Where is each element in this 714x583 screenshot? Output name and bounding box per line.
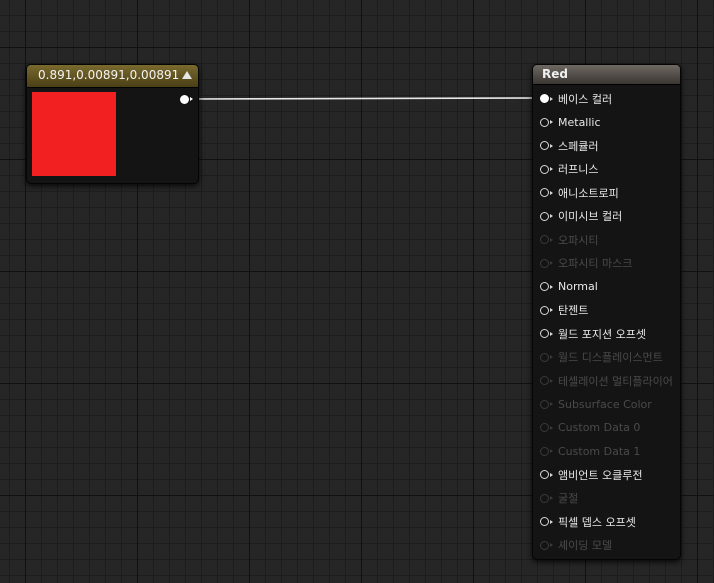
input-label: 굴절 [558, 492, 579, 506]
material-inputs-list: 베이스 컬러 Metallic 스페큘러러프니스애니소트로피이미시브 컬러오파시티오… [533, 87, 680, 557]
collapse-arrow-icon[interactable] [182, 71, 192, 79]
input-pin-icon [540, 376, 553, 386]
material-input-row: Custom Data 0 [533, 416, 680, 440]
input-label: 탄젠트 [558, 304, 589, 318]
input-pin-icon [540, 446, 553, 456]
material-input-row[interactable]: Metallic [533, 111, 680, 135]
material-input-row[interactable]: 러프니스 [533, 158, 680, 182]
input-label: Custom Data 1 [558, 444, 641, 458]
input-pin-icon[interactable] [540, 211, 553, 221]
material-node-title: Red [542, 67, 568, 81]
input-label: 픽셀 뎁스 오프셋 [558, 515, 636, 529]
input-label: 셰이딩 모델 [558, 539, 613, 553]
input-pin-icon[interactable] [540, 282, 553, 292]
input-pin-icon[interactable] [540, 517, 553, 527]
material-input-row[interactable]: 애니소트로피 [533, 181, 680, 205]
input-label: 오파시티 [558, 233, 599, 247]
input-label: 테셀레이션 멀티플라이어 [558, 374, 673, 388]
material-input-row[interactable]: 이미시브 컬러 [533, 205, 680, 229]
material-input-row: 테셀레이션 멀티플라이어 [533, 369, 680, 393]
input-label: Subsurface Color [558, 397, 652, 411]
input-label: Metallic [558, 115, 601, 129]
input-label: 베이스 컬러 [558, 92, 613, 106]
input-pin-icon [540, 399, 553, 409]
output-pin[interactable] [180, 95, 193, 104]
input-label: 스페큘러 [558, 139, 599, 153]
input-label: 월드 디스플레이스먼트 [558, 351, 663, 365]
material-input-row[interactable]: 픽셀 뎁스 오프셋 [533, 510, 680, 534]
input-pin-icon[interactable] [540, 188, 553, 198]
input-pin-icon [540, 258, 553, 268]
material-input-row[interactable]: Normal [533, 275, 680, 299]
color-swatch [32, 92, 116, 176]
constant-vector-node[interactable]: 0.891,0.00891,0.00891 [26, 64, 199, 184]
input-label: 앰비언트 오클루전 [558, 468, 643, 482]
material-input-row[interactable]: 베이스 컬러 [533, 87, 680, 111]
input-label: 월드 포지션 오프셋 [558, 327, 646, 341]
input-label: Normal [558, 280, 598, 294]
input-pin-icon[interactable] [540, 305, 553, 315]
material-input-row: 셰이딩 모델 [533, 534, 680, 558]
input-pin-icon[interactable] [540, 141, 553, 151]
constant-node-header[interactable]: 0.891,0.00891,0.00891 [27, 65, 198, 88]
material-input-row: 오파시티 [533, 228, 680, 252]
constant-node-title: 0.891,0.00891,0.00891 [38, 68, 180, 82]
input-pin-icon[interactable] [540, 164, 553, 174]
input-label: 오파시티 마스크 [558, 257, 633, 271]
material-input-row[interactable]: 스페큘러 [533, 134, 680, 158]
material-node-header[interactable]: Red [533, 65, 680, 85]
input-label: Custom Data 0 [558, 421, 641, 435]
material-result-node[interactable]: Red 베이스 컬러 Metallic 스페큘러러프니스애니소트로피이미시브 컬러오… [532, 64, 681, 560]
material-input-row: Custom Data 1 [533, 440, 680, 464]
input-pin-icon [540, 423, 553, 433]
input-label: 애니소트로피 [558, 186, 619, 200]
material-input-row: 월드 디스플레이스먼트 [533, 346, 680, 370]
input-label: 이미시브 컬러 [558, 210, 623, 224]
input-pin-icon [540, 540, 553, 550]
input-label: 러프니스 [558, 163, 599, 177]
input-pin-icon[interactable] [540, 329, 553, 339]
input-pin-icon [540, 352, 553, 362]
input-pin-icon[interactable] [540, 94, 553, 104]
material-input-row: 굴절 [533, 487, 680, 511]
material-input-row: 오파시티 마스크 [533, 252, 680, 276]
material-input-row[interactable]: 앰비언트 오클루전 [533, 463, 680, 487]
material-input-row[interactable]: 탄젠트 [533, 299, 680, 323]
material-input-row[interactable]: 월드 포지션 오프셋 [533, 322, 680, 346]
material-input-row: Subsurface Color [533, 393, 680, 417]
input-pin-icon [540, 493, 553, 503]
input-pin-icon[interactable] [540, 117, 553, 127]
input-pin-icon [540, 235, 553, 245]
input-pin-icon[interactable] [540, 470, 553, 480]
